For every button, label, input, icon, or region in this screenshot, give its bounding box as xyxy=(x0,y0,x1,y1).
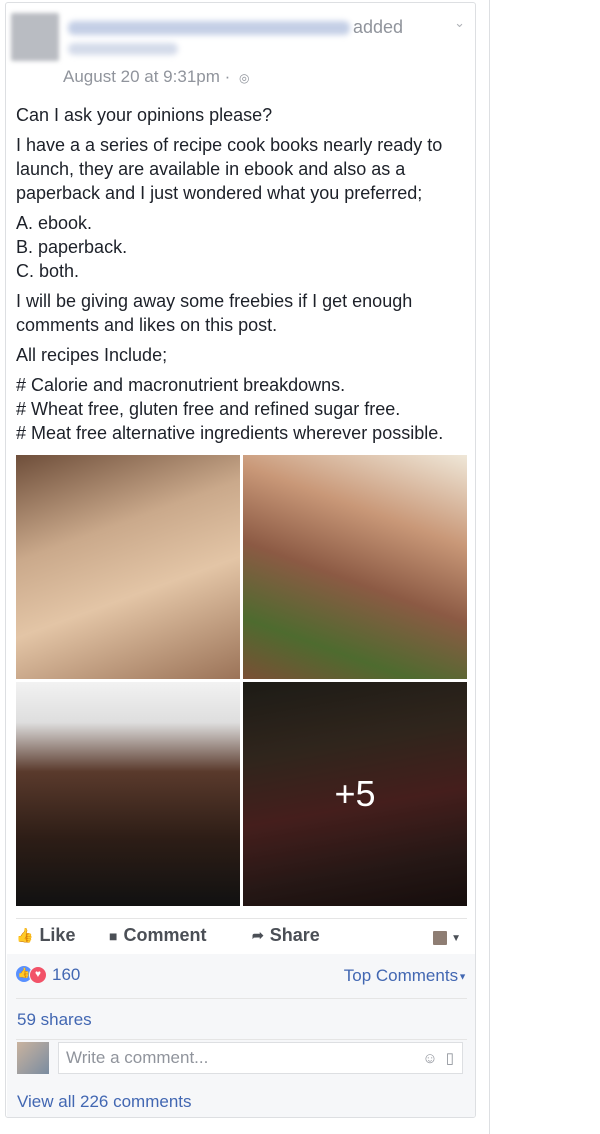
like-button[interactable]: 👍 Like xyxy=(16,925,75,946)
author-name-blurred[interactable] xyxy=(68,21,350,35)
photo-3[interactable] xyxy=(16,682,240,906)
added-text: added xyxy=(353,17,404,37)
photo-4[interactable]: +5 xyxy=(243,682,467,906)
post-as-selector[interactable]: ▼ xyxy=(433,931,461,945)
more-photos-overlay[interactable]: +5 xyxy=(243,682,467,906)
post-card: added ⌄ August 20 at 9:31pm · ◎ Can I as… xyxy=(5,2,476,1118)
share-button[interactable]: ➦ Share xyxy=(252,925,320,946)
post-footer: 👍 ♥ 160 Top Comments▼ 59 shares Write a … xyxy=(7,954,475,1117)
caret-down-icon: ▼ xyxy=(458,971,467,982)
post-body: Can I ask your opinions please? I have a… xyxy=(16,103,471,451)
more-photos-count[interactable]: +5 xyxy=(334,773,375,815)
comment-input[interactable]: Write a comment... ☺ ▯ xyxy=(58,1042,463,1074)
post-header: added ⌄ August 20 at 9:31pm · ◎ xyxy=(6,3,475,91)
reaction-count[interactable]: 160 xyxy=(52,965,80,985)
post-line-freebies: I will be giving away some freebies if I… xyxy=(16,291,413,335)
thumbs-up-icon: 👍 xyxy=(16,927,34,943)
photo-grid: +5 xyxy=(16,455,467,906)
share-arrow-icon: ➦ xyxy=(252,927,264,943)
post-options: A. ebook. B. paperback. C. both. xyxy=(16,211,471,283)
author-avatar[interactable] xyxy=(11,13,59,61)
comment-placeholder[interactable]: Write a comment... xyxy=(66,1048,422,1068)
photo-1[interactable] xyxy=(16,455,240,679)
globe-icon[interactable]: ◎ xyxy=(239,71,249,85)
emoji-icon[interactable]: ☺ xyxy=(422,1050,437,1067)
commenter-avatar xyxy=(17,1042,49,1074)
bullet-3: # Meat free alternative ingredients wher… xyxy=(16,423,444,443)
speech-bubble-icon: ■ xyxy=(109,927,118,944)
reactions-row: 👍 ♥ 160 Top Comments▼ xyxy=(16,954,467,999)
post-bullets: # Calorie and macronutrient breakdowns. … xyxy=(16,373,471,445)
share-label: Share xyxy=(269,925,320,945)
sticker-icon[interactable]: ▯ xyxy=(446,1049,454,1067)
bullet-1: # Calorie and macronutrient breakdowns. xyxy=(16,375,346,395)
action-bar: 👍 Like ■ Comment ➦ Share ▼ xyxy=(16,918,467,956)
love-reaction-icon[interactable]: ♥ xyxy=(29,966,47,984)
top-comments-label: Top Comments xyxy=(343,966,459,985)
caret-down-icon: ▼ xyxy=(451,932,461,944)
viewer-avatar xyxy=(433,931,448,945)
shares-count-link[interactable]: 59 shares xyxy=(17,1010,92,1030)
photo-2[interactable] xyxy=(243,455,467,679)
option-b: B. paperback. xyxy=(16,237,128,257)
post-line-question: Can I ask your opinions please? xyxy=(16,105,273,125)
post-timestamp[interactable]: August 20 at 9:31pm · ◎ xyxy=(63,67,249,87)
option-c: C. both. xyxy=(16,261,80,281)
author-subtitle-blurred[interactable] xyxy=(68,43,178,55)
chevron-down-icon[interactable]: ⌄ xyxy=(454,15,465,31)
like-label: Like xyxy=(39,925,76,945)
timestamp-text[interactable]: August 20 at 9:31pm xyxy=(63,67,220,86)
post-line-intro: I have a a series of recipe cook books n… xyxy=(16,135,443,203)
separator: · xyxy=(219,67,235,86)
top-comments-selector[interactable]: Top Comments▼ xyxy=(344,966,467,986)
comment-button[interactable]: ■ Comment xyxy=(109,925,206,946)
divider xyxy=(16,1039,467,1040)
comment-label: Comment xyxy=(123,925,207,945)
bullet-2: # Wheat free, gluten free and refined su… xyxy=(16,399,401,419)
page-divider xyxy=(489,0,490,1134)
view-all-comments-link[interactable]: View all 226 comments xyxy=(17,1092,192,1112)
option-a: A. ebook. xyxy=(16,213,93,233)
post-line-include: All recipes Include; xyxy=(16,345,168,365)
